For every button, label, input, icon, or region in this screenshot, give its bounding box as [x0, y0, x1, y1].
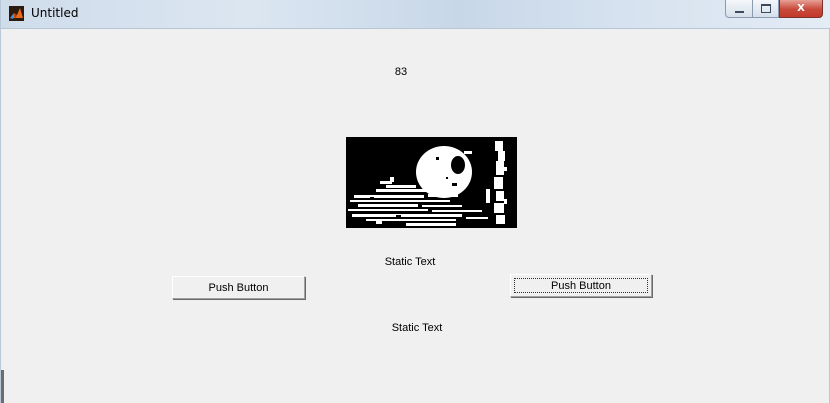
- window-title: Untitled: [31, 6, 79, 20]
- push-button-left-label: Push Button: [208, 281, 269, 294]
- title-bar[interactable]: Untitled X: [1, 0, 830, 29]
- push-button-right-label: Push Button: [551, 279, 611, 292]
- close-icon: X: [797, 3, 805, 14]
- static-text-top: Static Text: [384, 256, 436, 268]
- caption-buttons: X: [725, 0, 823, 19]
- image-axes: [346, 137, 517, 228]
- maximize-button[interactable]: [752, 0, 779, 18]
- maximize-icon: [760, 4, 771, 13]
- static-text-bottom: Static Text: [391, 322, 443, 334]
- push-button-right[interactable]: Push Button: [510, 274, 652, 297]
- minimize-button[interactable]: [725, 0, 752, 18]
- figure-window: Untitled X 83 Static Text Push Button Pu…: [0, 0, 830, 403]
- window-edge: [1, 370, 4, 403]
- matlab-logo-icon: [9, 6, 24, 21]
- close-button[interactable]: X: [779, 0, 823, 18]
- binary-image-icon: [346, 137, 517, 228]
- value-text: 83: [394, 66, 408, 78]
- push-button-left[interactable]: Push Button: [172, 276, 305, 299]
- minimize-icon: [734, 10, 744, 13]
